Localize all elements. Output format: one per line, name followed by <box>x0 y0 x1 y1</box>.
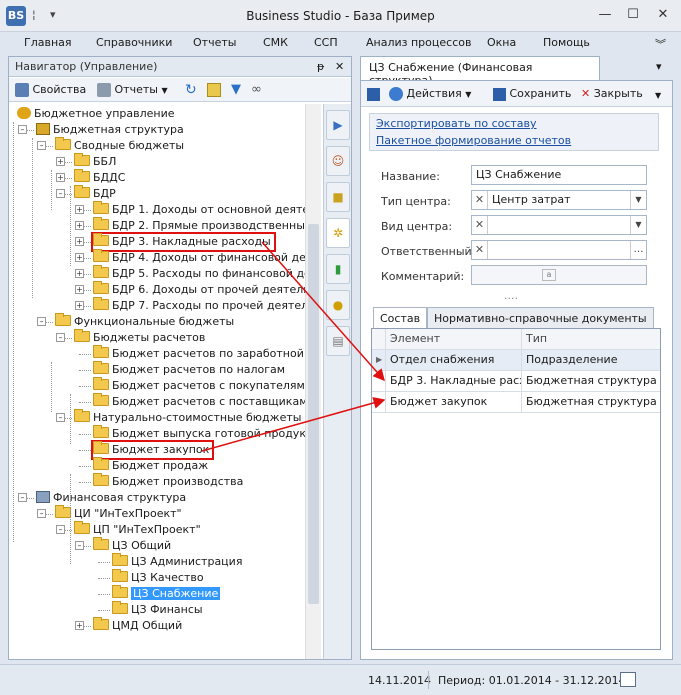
status-date: 14.11.2014 <box>368 674 431 687</box>
status-period: Период: 01.01.2014 - 31.12.2014 <box>438 674 626 687</box>
status-bar: 14.11.2014 Период: 01.01.2014 - 31.12.20… <box>0 664 681 695</box>
arrow-purchase-budget <box>201 397 386 452</box>
calendar-icon[interactable] <box>620 672 636 687</box>
annotation-arrows <box>201 241 386 452</box>
arrow-bdr3 <box>261 241 385 382</box>
